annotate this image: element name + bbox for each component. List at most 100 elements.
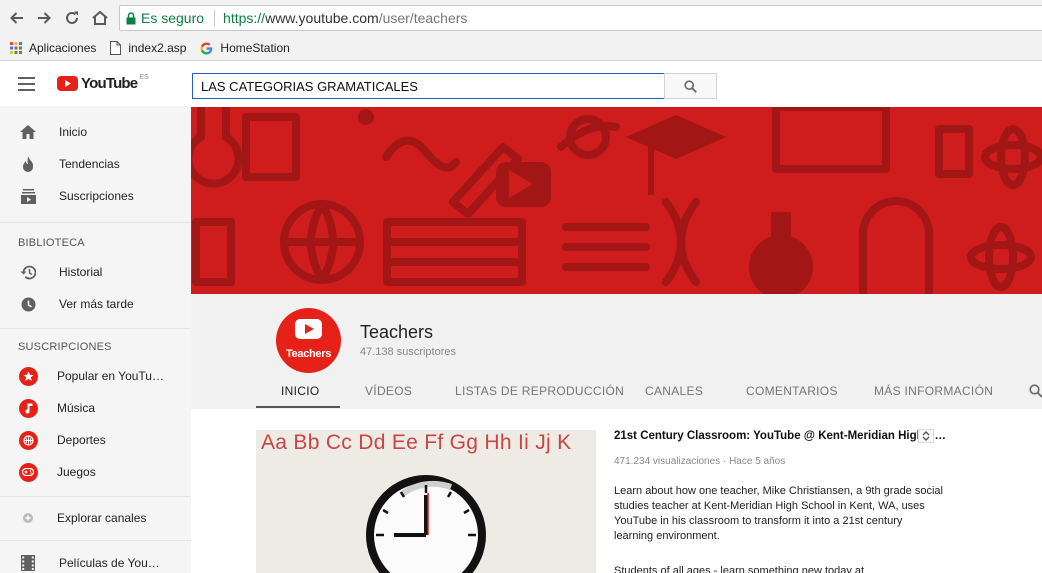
bookmark-label: index2.asp [128, 41, 187, 55]
address-bar[interactable]: Es seguro https://www.youtube.com/user/t… [119, 5, 1042, 31]
reload-icon [66, 11, 78, 24]
sidebar-item-label: Deportes [57, 433, 106, 447]
url-path: /user/teachers [378, 10, 468, 26]
home-outline-icon [92, 10, 108, 25]
subscriptions-icon [18, 186, 38, 206]
sidebar-item-label: Ver más tarde [59, 297, 134, 311]
view-count: 471.234 visualizaciones [614, 456, 721, 467]
browser-toolbar: Es seguro https://www.youtube.com/user/t… [0, 0, 1042, 36]
sidebar-item-label: Inicio [59, 125, 88, 139]
search-button[interactable] [664, 73, 717, 99]
avatar-label: Teachers [285, 348, 332, 360]
wall-clock-icon [366, 475, 486, 573]
channel-search-button[interactable] [1029, 384, 1042, 398]
sidebar-item-juegos[interactable]: Juegos [0, 456, 191, 488]
chevron-updown-icon [922, 431, 930, 441]
tab-videos[interactable]: VÍDEOS [365, 384, 412, 398]
sidebar-item-label: Popular en YouTu… [57, 369, 164, 383]
sidebar-divider [0, 496, 191, 497]
sidebar-item-label: Suscripciones [59, 189, 134, 203]
sidebar-item-label: Tendencias [59, 157, 120, 171]
sidebar-item-label: Música [57, 401, 96, 415]
bookmark-homestation[interactable]: HomeStation [200, 41, 290, 55]
active-tab-indicator [256, 406, 340, 408]
tab-comentarios[interactable]: COMENTARIOS [746, 384, 838, 398]
logo-text: YouTube [81, 75, 138, 92]
video-description: Learn about how one teacher, Mike Christ… [614, 485, 943, 542]
sidebar-item-inicio[interactable]: Inicio [0, 116, 191, 148]
back-arrow-icon [10, 12, 23, 24]
search-icon [684, 79, 697, 93]
video-description-more: Students of all ages - learn something n… [614, 565, 865, 573]
forward-arrow-icon [38, 12, 51, 24]
sidebar-item-deportes[interactable]: Deportes [0, 424, 191, 456]
secure-label: Es seguro [141, 10, 205, 26]
video-thumbnail[interactable]: Aa Bb Cc Dd Ee Ff Gg Hh Ii Jj K [256, 430, 596, 573]
youtube-masthead: YouTube ES [0, 62, 1042, 106]
sidebar-item-label: Explorar canales [57, 511, 147, 525]
sidebar-item-historial[interactable]: Historial [0, 256, 191, 288]
channel-name: Teachers [360, 322, 434, 342]
url-scheme: https:// [223, 10, 266, 26]
page-icon [110, 41, 122, 55]
sidebar-divider [0, 540, 191, 541]
bookmark-label: Aplicaciones [29, 41, 97, 55]
sidebar-item-label: Películas de You… [59, 556, 160, 570]
youtube-logo[interactable]: YouTube ES [57, 74, 149, 92]
logo-region: ES [139, 74, 149, 81]
clock-icon [18, 294, 38, 314]
sidebar-item-suscripciones[interactable]: Suscripciones [0, 180, 191, 212]
subscriptions-heading: SUSCRIPCIONES [18, 341, 112, 353]
video-meta: 471.234 visualizaciones · Hace 5 años [614, 456, 785, 467]
apps-grid-icon [10, 42, 22, 54]
video-menu-button[interactable] [918, 429, 934, 443]
back-button[interactable] [6, 7, 28, 29]
sidebar-item-tendencias[interactable]: Tendencias [0, 148, 191, 180]
menu-icon[interactable] [18, 77, 36, 91]
youtube-play-logo-icon [57, 76, 78, 91]
gamepad-icon [18, 462, 38, 482]
search-icon [1029, 384, 1042, 398]
library-heading: BIBLIOTECA [18, 237, 85, 249]
address-separator [214, 10, 216, 26]
tab-canales[interactable]: CANALES [645, 384, 703, 398]
video-age: Hace 5 años [729, 456, 786, 467]
education-doodles-banner [191, 107, 1042, 294]
sidebar-item-explorar[interactable]: Explorar canales [0, 502, 191, 534]
channel-header: Teachers Teachers 47.138 suscriptores IN… [191, 294, 1042, 409]
lock-icon [126, 11, 136, 24]
sidebar-item-label: Historial [59, 265, 103, 279]
sidebar-item-musica[interactable]: Música [0, 392, 191, 424]
play-icon [295, 319, 322, 339]
film-icon [18, 553, 38, 573]
reload-button[interactable] [61, 7, 83, 29]
sidebar-item-peliculas[interactable]: Películas de You… [0, 547, 191, 573]
flame-icon [18, 154, 38, 174]
sidebar-divider [0, 328, 191, 329]
bookmark-index2[interactable]: index2.asp [110, 41, 186, 55]
security-indicator[interactable]: Es seguro [120, 6, 204, 30]
video-title[interactable]: 21st Century Classroom: YouTube @ Kent-M… [614, 430, 946, 442]
search-input[interactable] [192, 73, 665, 99]
home-icon [18, 122, 38, 142]
channel-avatar[interactable]: Teachers [276, 308, 341, 373]
home-button[interactable] [89, 7, 111, 29]
sidebar-item-ver-mas-tarde[interactable]: Ver más tarde [0, 288, 191, 320]
sidebar-divider [0, 222, 191, 223]
forward-button[interactable] [33, 7, 55, 29]
subscriber-count: 47.138 suscriptores [360, 346, 456, 358]
bookmark-apps[interactable]: Aplicaciones [10, 41, 96, 55]
google-icon [200, 42, 213, 55]
bookmark-label: HomeStation [220, 41, 290, 55]
history-icon [18, 262, 38, 282]
sidebar-item-label: Juegos [57, 465, 96, 479]
url-host: www.youtube.com [265, 10, 379, 26]
tab-mas-informacion[interactable]: MÁS INFORMACIÓN [874, 384, 993, 398]
tab-inicio[interactable]: INICIO [281, 384, 319, 398]
thumbnail-alphabet-text: Aa Bb Cc Dd Ee Ff Gg Hh Ii Jj K [261, 431, 572, 454]
sidebar-item-popular[interactable]: Popular en YouTu… [0, 360, 191, 392]
sidebar: Inicio Tendencias Suscripciones BIBLIOTE… [0, 106, 191, 573]
url-text[interactable]: https://www.youtube.com/user/teachers [223, 10, 467, 26]
explore-icon [18, 508, 38, 528]
tab-listas[interactable]: LISTAS DE REPRODUCCIÓN [455, 384, 624, 398]
